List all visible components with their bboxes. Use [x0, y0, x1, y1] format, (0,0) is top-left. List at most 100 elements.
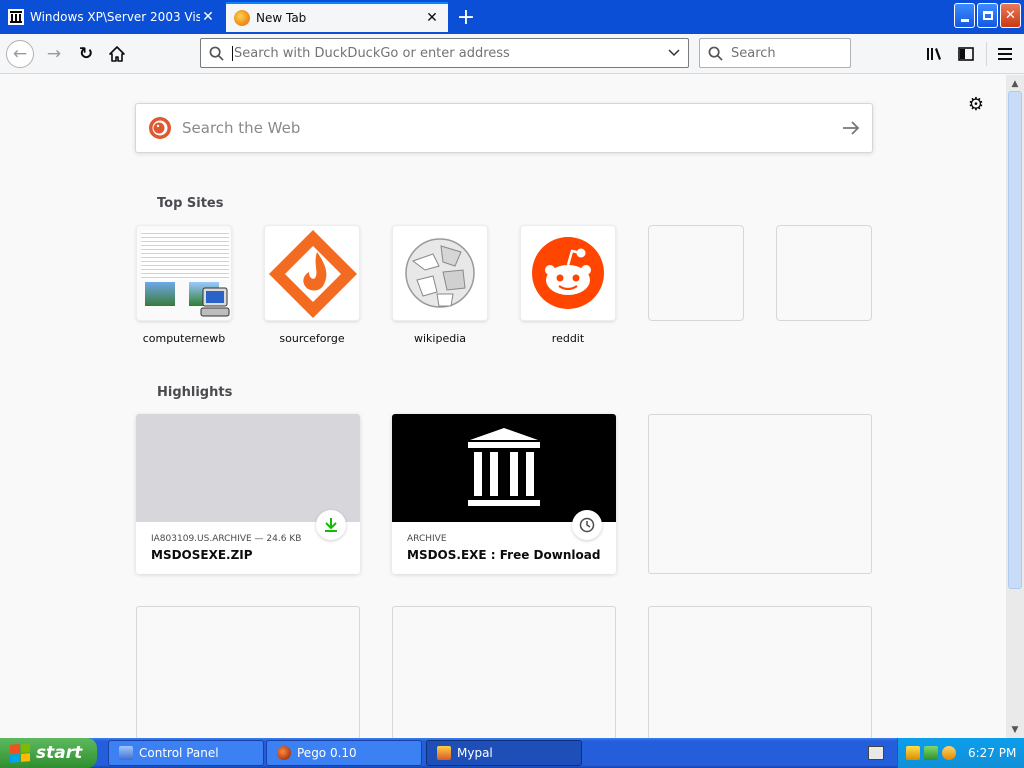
- top-site-reddit[interactable]: reddit: [520, 225, 616, 345]
- highlight-placeholder: [648, 606, 872, 738]
- highlight-card[interactable]: IA803109.US.ARCHIVE — 24.6 KB MSDOSEXE.Z…: [136, 414, 360, 574]
- site-label: reddit: [551, 332, 585, 345]
- keyboard-icon[interactable]: [868, 746, 884, 760]
- scrollbar-thumb[interactable]: [1008, 91, 1022, 589]
- card-preview: [392, 414, 616, 540]
- restore-icon: [982, 11, 993, 20]
- site-thumbnail: [520, 225, 616, 321]
- back-button[interactable]: ←: [6, 40, 34, 68]
- archive-building-icon: [468, 428, 540, 506]
- taskbar-item-control-panel[interactable]: Control Panel: [108, 740, 264, 766]
- taskbar-item-label: Mypal: [457, 746, 493, 760]
- web-search-box[interactable]: Search the Web: [135, 103, 873, 153]
- home-icon: [109, 46, 125, 62]
- taskbar: start Control Panel Pego 0.10 Mypal 6:27…: [0, 738, 1024, 768]
- start-button[interactable]: start: [0, 738, 97, 768]
- settings-gear-icon[interactable]: ⚙: [966, 94, 986, 115]
- reload-icon: ↻: [78, 44, 94, 64]
- computer-logo-icon: [200, 287, 230, 317]
- hamburger-menu-icon: [998, 48, 1012, 60]
- site-thumbnail: [392, 225, 488, 321]
- highlight-placeholder: [648, 414, 872, 574]
- highlights-heading: Highlights: [157, 385, 233, 400]
- site-label: sourceforge: [279, 332, 345, 345]
- search-tray-icon[interactable]: [942, 746, 956, 760]
- toolbar-divider: [986, 42, 987, 66]
- card-preview: [136, 414, 360, 540]
- close-window-button[interactable]: ✕: [1000, 3, 1021, 28]
- site-label: wikipedia: [413, 332, 466, 345]
- new-tab-plus-icon[interactable]: +: [452, 4, 480, 30]
- sourceforge-logo-icon: [269, 230, 357, 318]
- system-tray: 6:27 PM: [897, 738, 1024, 768]
- highlight-placeholder: [136, 606, 360, 738]
- scroll-down-icon[interactable]: ▼: [1006, 721, 1024, 738]
- top-site-sourceforge[interactable]: sourceforge: [264, 225, 360, 345]
- top-site-empty[interactable]: [648, 225, 744, 321]
- search-icon: [209, 46, 224, 61]
- minimize-button[interactable]: [954, 3, 975, 28]
- top-sites-heading: Top Sites: [157, 196, 224, 211]
- tab-windows-xp[interactable]: Windows XP\Server 2003 Visual St ✕: [0, 2, 224, 32]
- network-icon[interactable]: [924, 746, 938, 760]
- clock: 6:27 PM: [968, 746, 1017, 760]
- reload-button[interactable]: ↻: [72, 40, 100, 68]
- taskbar-item-label: Control Panel: [139, 746, 219, 760]
- highlight-card[interactable]: ARCHIVE MSDOS.EXE : Free Download, Bo...: [392, 414, 616, 574]
- vertical-scrollbar[interactable]: ▲ ▼: [1006, 75, 1024, 738]
- clock-icon: [579, 517, 595, 533]
- archive-favicon-icon: [8, 9, 24, 25]
- url-input[interactable]: Search with DuckDuckGo or enter address: [232, 45, 668, 61]
- url-bar[interactable]: Search with DuckDuckGo or enter address: [200, 38, 689, 68]
- taskbar-item-label: Pego 0.10: [297, 746, 357, 760]
- site-thumbnail: [136, 225, 232, 321]
- library-button[interactable]: [920, 40, 948, 68]
- search-icon: [708, 46, 723, 61]
- forward-arrow-icon: →: [46, 44, 62, 64]
- duckduckgo-logo-icon: [149, 117, 171, 139]
- mypal-icon: [437, 746, 451, 760]
- download-badge: [316, 510, 346, 540]
- tab-close-icon[interactable]: ✕: [200, 9, 216, 25]
- tab-title: New Tab: [256, 11, 307, 25]
- scroll-up-icon[interactable]: ▲: [1006, 75, 1024, 92]
- sidebar-button[interactable]: [952, 40, 980, 68]
- search-bar[interactable]: Search: [699, 38, 851, 68]
- taskbar-item-pego[interactable]: Pego 0.10: [266, 740, 422, 766]
- sidebar-icon: [958, 47, 974, 61]
- highlight-placeholder: [392, 606, 616, 738]
- home-button[interactable]: [103, 40, 131, 68]
- forward-button[interactable]: →: [40, 40, 68, 68]
- control-panel-icon: [119, 746, 133, 760]
- wikipedia-globe-icon: [405, 238, 475, 308]
- windows-flag-icon: [10, 743, 30, 763]
- firefox-favicon-icon: [234, 10, 250, 26]
- top-site-computernewb[interactable]: computernewb: [136, 225, 232, 345]
- search-input[interactable]: Search: [731, 46, 776, 61]
- taskbar-item-mypal[interactable]: Mypal: [426, 740, 582, 766]
- library-icon: [927, 48, 941, 60]
- web-search-input[interactable]: Search the Web: [182, 119, 842, 137]
- arrow-right-icon[interactable]: [842, 121, 860, 135]
- history-badge: [572, 510, 602, 540]
- site-label: computernewb: [142, 332, 226, 345]
- new-tab-page: ⚙ Search the Web Top Sites computernewb …: [0, 75, 1006, 738]
- site-placeholder: [648, 225, 744, 321]
- restore-button[interactable]: [977, 3, 998, 28]
- tab-title: Windows XP\Server 2003 Visual St: [30, 10, 200, 24]
- site-thumbnail: [264, 225, 360, 321]
- tab-new-tab[interactable]: New Tab ✕: [226, 2, 448, 32]
- menu-button[interactable]: [991, 40, 1019, 68]
- top-site-empty[interactable]: [776, 225, 872, 321]
- site-placeholder: [776, 225, 872, 321]
- start-label: start: [36, 743, 83, 763]
- chevron-down-icon[interactable]: [668, 49, 680, 57]
- security-shield-icon[interactable]: [906, 746, 920, 760]
- tab-close-icon[interactable]: ✕: [424, 10, 440, 26]
- back-arrow-icon: ←: [12, 44, 28, 64]
- card-title: MSDOS.EXE : Free Download, Bo...: [407, 548, 601, 562]
- close-icon: ✕: [1005, 8, 1016, 23]
- top-site-wikipedia[interactable]: wikipedia: [392, 225, 488, 345]
- nav-toolbar: ← → ↻ Search with DuckDuckGo or enter ad…: [0, 34, 1024, 74]
- reddit-logo-icon: [532, 237, 604, 309]
